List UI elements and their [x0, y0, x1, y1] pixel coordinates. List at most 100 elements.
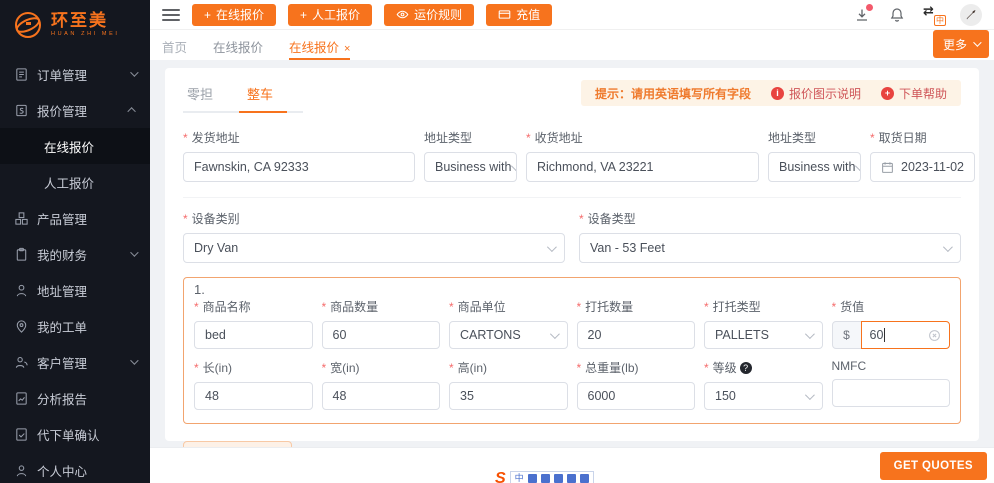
sidebar-item-finance[interactable]: 我的财务 [0, 236, 150, 272]
cargo-value-field: *货值 $ 60 [832, 298, 951, 349]
bell-icon[interactable] [888, 6, 906, 24]
tab-online-quote-active[interactable]: 在线报价× [289, 30, 350, 60]
page-tabbar: 首页 在线报价 在线报价× 更多 [150, 30, 994, 60]
item-qty-field: *商品数量 60 [322, 298, 441, 349]
tab-home[interactable]: 首页 [162, 30, 187, 60]
equipment-type-select[interactable]: Van - 53 Feet [579, 233, 961, 263]
length-field: *长(in) 48 [194, 359, 313, 410]
online-quote-button[interactable]: + 在线报价 [192, 4, 276, 26]
person-pin-icon [14, 283, 29, 298]
rate-rules-button[interactable]: 运价规则 [384, 4, 474, 26]
freight-class-field: *等级? 150 [704, 359, 823, 410]
quote-mode-tabs: 零担 整车 [183, 78, 303, 113]
get-quotes-button[interactable]: GET QUOTES [880, 452, 987, 480]
chevron-down-icon [804, 390, 814, 400]
pallet-qty-field: *打托数量 20 [577, 298, 696, 349]
height-field: *高(in) 35 [449, 359, 568, 410]
chevron-down-icon [130, 68, 138, 76]
chevron-down-icon [549, 329, 559, 339]
sidebar-item-products[interactable]: 产品管理 [0, 200, 150, 236]
weight-field: *总重量(lb) 6000 [577, 359, 696, 410]
sidebar-item-orders[interactable]: 订单管理 [0, 56, 150, 92]
sidebar-item-quotes[interactable]: 报价管理 [0, 92, 150, 128]
main-area: + 在线报价 + 人工报价 运价规则 充值 ⇄ 中 [150, 0, 994, 483]
content-area: 零担 整车 提示：请用英语填写所有字段 i 报价图示说明 + 下单帮助 *发货地… [150, 60, 994, 447]
tab-ltl[interactable]: 零担 [183, 78, 217, 111]
sidebar-item-customers[interactable]: 客户管理 [0, 344, 150, 380]
sidebar-item-reports[interactable]: 分析报告 [0, 380, 150, 416]
pallet-type-select[interactable]: PALLETS [704, 321, 823, 349]
quote-form-card: 零担 整车 提示：请用英语填写所有字段 i 报价图示说明 + 下单帮助 *发货地… [165, 68, 979, 441]
people-icon [14, 355, 29, 370]
pallet-qty-input[interactable]: 20 [577, 321, 696, 349]
order-help-link[interactable]: + 下单帮助 [881, 85, 947, 102]
sidebar-item-tickets[interactable]: 我的工单 [0, 308, 150, 344]
destination-address-type-select[interactable]: Business with [768, 152, 861, 182]
destination-address-input[interactable]: Richmond, VA 23221 [526, 152, 759, 182]
more-button[interactable]: 更多 [933, 30, 989, 58]
help-icon[interactable]: ? [740, 362, 752, 374]
item-qty-input[interactable]: 60 [322, 321, 441, 349]
quote-diagram-link[interactable]: i 报价图示说明 [771, 85, 861, 102]
tab-ftl[interactable]: 整车 [243, 78, 277, 111]
pallet-type-field: *打托类型 PALLETS [704, 298, 823, 349]
brand-subtitle: HUAN ZHI MEI [51, 32, 119, 38]
cargo-value-input[interactable]: 60 [861, 321, 951, 349]
sidebar-item-online-quote[interactable]: 在线报价 [0, 128, 150, 164]
weight-input[interactable]: 6000 [577, 382, 696, 410]
chevron-down-icon [130, 248, 138, 256]
recharge-button[interactable]: 充值 [486, 4, 552, 26]
length-input[interactable]: 48 [194, 382, 313, 410]
sidebar-menu: 订单管理 报价管理 在线报价 人工报价 产品管理 我的财务 地址管理 [0, 56, 150, 483]
equipment-row: *设备类别 Dry Van *设备类型 Van - 53 Feet [183, 210, 961, 263]
pickup-date-input[interactable]: 2023-11-02 [870, 152, 975, 182]
item-name-field: *商品名称 bed [194, 298, 313, 349]
brand-logo: 环至美 HUAN ZHI MEI [0, 0, 150, 50]
sidebar-item-profile[interactable]: 个人中心 [0, 452, 150, 483]
destination-address-type-field: 地址类型 Business with [768, 129, 861, 182]
equipment-category-select[interactable]: Dry Van [183, 233, 565, 263]
freight-class-select[interactable]: 150 [704, 382, 823, 410]
plus-icon: + [204, 9, 211, 21]
equipment-type-field: *设备类型 Van - 53 Feet [579, 210, 961, 263]
origin-address-type-field: 地址类型 Business with [424, 129, 517, 182]
sidebar-item-manual-quote[interactable]: 人工报价 [0, 164, 150, 200]
dart-icon[interactable] [960, 4, 982, 26]
close-icon[interactable]: × [344, 43, 350, 55]
nmfc-input[interactable] [832, 379, 951, 407]
info-icon: i [771, 87, 784, 100]
brand-name: 环至美 [51, 12, 119, 29]
chevron-down-icon [943, 242, 953, 252]
nmfc-field: NMFC [832, 359, 951, 410]
item-row-2: *长(in) 48 *宽(in) 48 *高(in) 35 *总重量(lb) 6… [194, 359, 950, 410]
location-pin-icon [14, 319, 29, 334]
chevron-up-icon [127, 107, 135, 115]
sidebar-item-addresses[interactable]: 地址管理 [0, 272, 150, 308]
currency-prefix: $ [832, 321, 862, 349]
price-tag-icon [14, 103, 29, 118]
manual-quote-button[interactable]: + 人工报价 [288, 4, 372, 26]
origin-address-type-select[interactable]: Business with [424, 152, 517, 182]
chevron-down-icon [804, 329, 814, 339]
document-check-icon [14, 427, 29, 442]
clear-icon[interactable] [928, 329, 941, 342]
language-switch-icon[interactable]: ⇄ 中 [923, 5, 943, 25]
eye-icon [396, 8, 409, 21]
download-icon[interactable] [853, 6, 871, 24]
footer-bar: S 中 GET QUOTES [150, 447, 994, 483]
user-icon [14, 463, 29, 478]
hint-text: 提示：请用英语填写所有字段 [595, 85, 751, 102]
address-row: *发货地址 Fawnskin, CA 92333 地址类型 Business w… [183, 129, 961, 182]
item-unit-select[interactable]: CARTONS [449, 321, 568, 349]
chevron-down-icon [973, 38, 981, 46]
destination-address-field: *收货地址 Richmond, VA 23221 [526, 129, 759, 182]
product-boxes-icon [14, 211, 29, 226]
hamburger-menu-icon[interactable] [162, 9, 180, 21]
tab-online-quote[interactable]: 在线报价 [213, 30, 263, 60]
origin-address-input[interactable]: Fawnskin, CA 92333 [183, 152, 415, 182]
sidebar-item-order-confirm[interactable]: 代下单确认 [0, 416, 150, 452]
height-input[interactable]: 35 [449, 382, 568, 410]
width-input[interactable]: 48 [322, 382, 441, 410]
item-name-input[interactable]: bed [194, 321, 313, 349]
chevron-down-icon [855, 161, 861, 171]
